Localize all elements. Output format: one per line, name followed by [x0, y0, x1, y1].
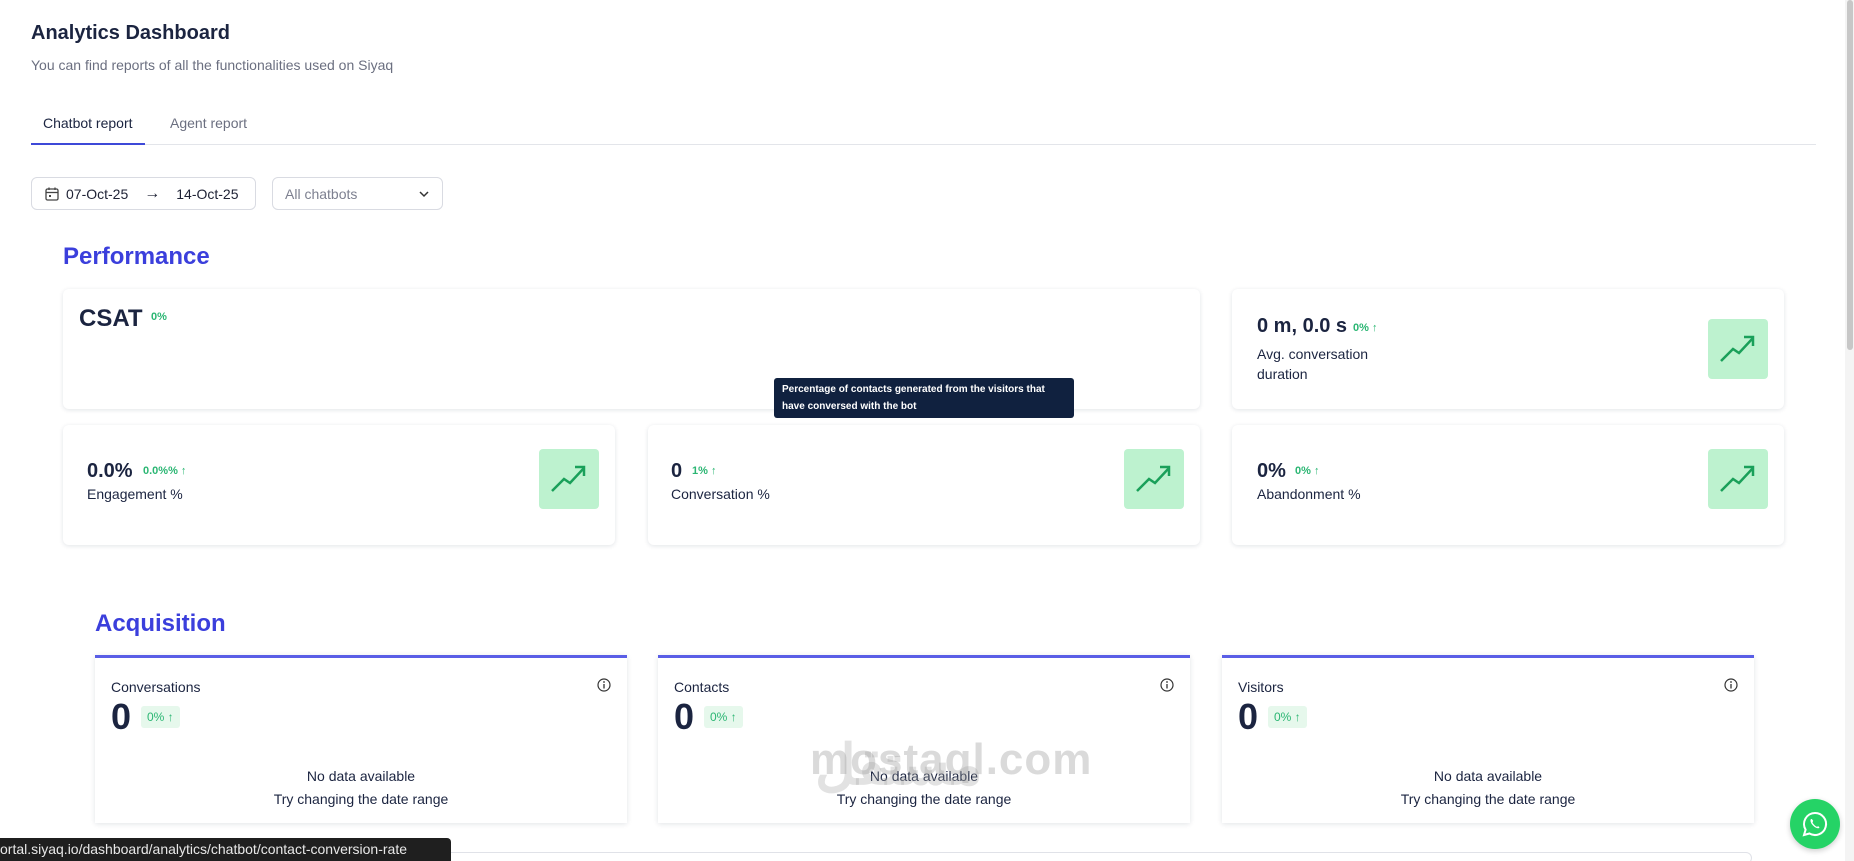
tooltip: Percentage of contacts generated from th… [774, 378, 1074, 418]
arrow-right-icon: → [144, 184, 161, 202]
chatbot-select[interactable]: All chatbots [272, 177, 443, 210]
abandonment-label: Abandonment % [1257, 486, 1361, 502]
avg-duration-card[interactable]: 0 m, 0.0 s 0% ↑ Avg. conversation durati… [1232, 289, 1784, 409]
report-tabs: Chatbot report Agent report [31, 110, 1816, 145]
avg-duration-label: Avg. conversation duration [1257, 346, 1369, 382]
engagement-value: 0.0% [87, 460, 133, 482]
info-icon[interactable] [1160, 678, 1174, 692]
avg-duration-value: 0 m, 0.0 s [1257, 315, 1348, 337]
acquisition-title: Acquisition [95, 610, 226, 637]
conversations-nodata: No data available [306, 768, 416, 784]
page-subtitle: You can find reports of all the function… [31, 57, 394, 73]
conversations-value: 0 [111, 696, 132, 737]
status-bar-url: ortal.siyaq.io/dashboard/analytics/chatb… [0, 838, 451, 861]
date-to: 14-Oct-25 [176, 185, 239, 202]
trend-up-icon [1708, 319, 1768, 379]
trend-up-icon [1708, 449, 1768, 509]
conversation-delta: 1% ↑ [692, 465, 717, 477]
conversations-hint: Try changing the date range [273, 791, 449, 807]
chatbot-select-value: All chatbots [285, 185, 358, 202]
info-icon[interactable] [597, 678, 611, 692]
visitors-delta: 0% ↑ [1268, 706, 1307, 728]
chevron-down-icon [419, 190, 429, 197]
engagement-delta: 0.0%% ↑ [143, 465, 187, 477]
tab-chatbot-report[interactable]: Chatbot report [31, 115, 145, 145]
visitors-label: Visitors [1238, 679, 1284, 695]
visitors-value: 0 [1238, 696, 1259, 737]
visitors-card[interactable]: Visitors 0 0% ↑ No data available Try ch… [1222, 655, 1754, 823]
csat-delta: 0% [151, 311, 167, 323]
whatsapp-icon [1802, 811, 1827, 837]
contacts-delta: 0% ↑ [704, 706, 743, 728]
calendar-icon [45, 187, 59, 201]
trend-up-icon [1124, 449, 1184, 509]
contacts-value: 0 [674, 696, 695, 737]
abandonment-value: 0% [1257, 460, 1286, 482]
avg-duration-delta: 0% ↑ [1353, 322, 1378, 334]
abandonment-card[interactable]: 0% 0% ↑ Abandonment % [1232, 425, 1784, 545]
engagement-card[interactable]: 0.0% 0.0%% ↑ Engagement % [63, 425, 615, 545]
conversation-card[interactable]: 0 1% ↑ Conversation % [648, 425, 1200, 545]
visitors-hint: Try changing the date range [1400, 791, 1576, 807]
contacts-label: Contacts [674, 679, 730, 695]
info-icon[interactable] [1724, 678, 1738, 692]
conversation-value: 0 [671, 460, 683, 482]
trend-up-icon [539, 449, 599, 509]
date-range-picker[interactable]: 07-Oct-25 → 14-Oct-25 [31, 177, 256, 210]
conversations-card[interactable]: Conversations 0 0% ↑ No data available T… [95, 655, 627, 823]
engagement-label: Engagement % [87, 486, 183, 502]
conversations-delta: 0% ↑ [141, 706, 180, 728]
visitors-nodata: No data available [1433, 768, 1543, 784]
watermark: mostaql.com [810, 735, 1093, 784]
performance-title: Performance [63, 243, 210, 270]
scrollbar-thumb[interactable] [1847, 0, 1853, 350]
page-title: Analytics Dashboard [31, 22, 230, 44]
tab-agent-report[interactable]: Agent report [158, 115, 259, 143]
conversation-label: Conversation % [671, 486, 770, 502]
whatsapp-button[interactable] [1790, 799, 1840, 849]
date-from: 07-Oct-25 [66, 185, 129, 202]
conversations-label: Conversations [111, 679, 201, 695]
abandonment-delta: 0% ↑ [1295, 465, 1320, 477]
csat-label: CSAT [79, 305, 143, 332]
